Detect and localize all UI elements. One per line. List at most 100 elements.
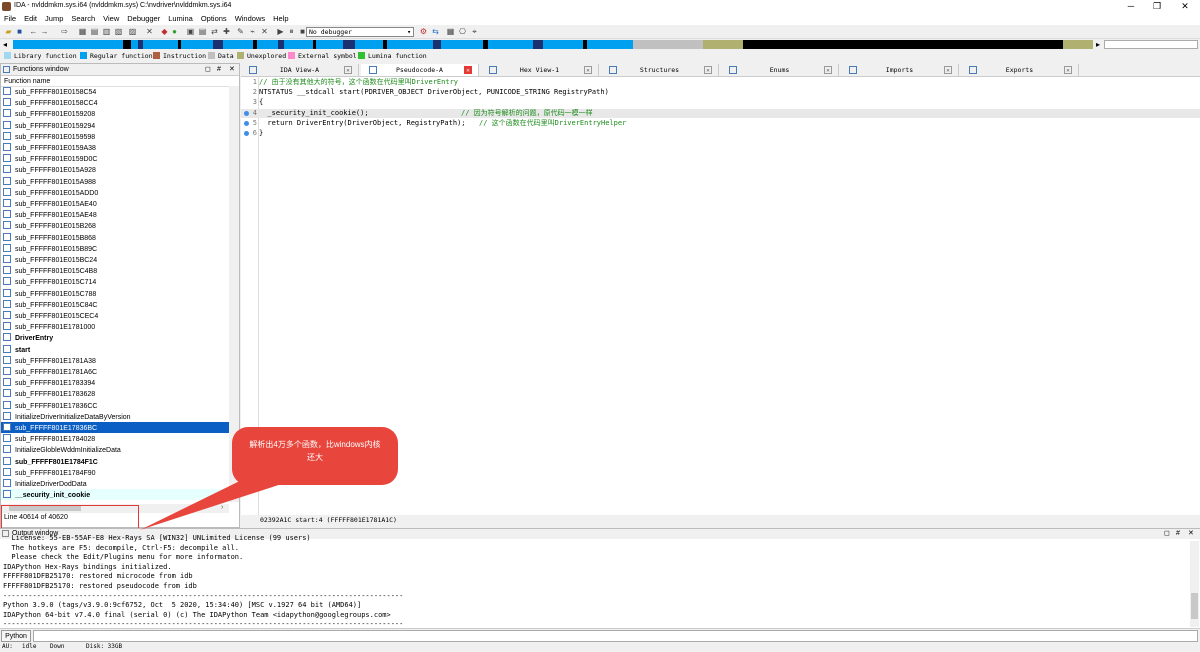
nav-left-icon[interactable]: ◂ — [3, 40, 7, 49]
lumina-icon[interactable]: ● — [170, 27, 179, 36]
code-icon[interactable]: ▧ — [114, 27, 123, 36]
nav-right-icon[interactable]: ▸ — [1096, 40, 1100, 49]
menu-edit[interactable]: Edit — [20, 13, 41, 24]
struct-icon[interactable]: ▣ — [186, 27, 195, 36]
function-row[interactable]: sub_FFFFF801E1781A6C — [1, 366, 229, 377]
menu-search[interactable]: Search — [67, 13, 99, 24]
float-icon[interactable]: ◻ — [205, 64, 211, 76]
debugger-select[interactable]: No debugger ▾ — [306, 27, 414, 37]
function-row[interactable]: sub_FFFFF801E1781A38 — [1, 355, 229, 366]
python-command-input[interactable] — [33, 630, 1198, 642]
function-row[interactable]: sub_FFFFF801E015C84C — [1, 299, 229, 310]
forward-icon[interactable]: → — [40, 27, 49, 36]
tab-exports[interactable]: Exports ✕ — [961, 64, 1079, 76]
hex-icon[interactable]: ▦ — [446, 27, 455, 36]
xref-icon[interactable]: ⇄ — [210, 27, 219, 36]
function-row[interactable]: sub_FFFFF801E015B268 — [1, 220, 229, 231]
code-line[interactable]: 1// 由于没有其他大的符号，这个函数在代码里叫DriverEntry — [241, 78, 1200, 87]
breakpoint-dot-icon[interactable] — [244, 120, 249, 126]
function-row[interactable]: sub_FFFFF801E0159A38 — [1, 142, 229, 153]
scroll-down-icon[interactable]: ⌄ — [230, 491, 236, 499]
function-row[interactable]: sub_FFFFF801E015B89C — [1, 243, 229, 254]
menu-view[interactable]: View — [99, 13, 123, 24]
panel-close-icon[interactable]: ✕ — [229, 64, 235, 76]
function-row[interactable]: sub_FFFFF801E015ADD0 — [1, 187, 229, 198]
brush-icon[interactable]: ⌁ — [248, 27, 257, 36]
pin-icon[interactable]: # — [217, 64, 221, 76]
function-row[interactable]: InitializeGlobleWddmInitializeData — [1, 444, 229, 455]
code-line[interactable]: 4 _security_init_cookie();// 因为符号解析的问题，原… — [241, 108, 1200, 118]
close-button[interactable]: ✕ — [1172, 0, 1198, 13]
pin-icon[interactable]: ✚ — [222, 27, 231, 36]
menu-jump[interactable]: Jump — [41, 13, 67, 24]
function-row[interactable]: DriverEntry — [1, 332, 229, 343]
tab-close-icon[interactable]: ✕ — [344, 66, 352, 74]
function-row[interactable]: sub_FFFFF801E015B868 — [1, 232, 229, 243]
function-row[interactable]: sub_FFFFF801E0158C54 — [1, 86, 229, 97]
scroll-right-icon[interactable]: › — [221, 504, 223, 511]
search-bin-icon[interactable]: ▥ — [102, 27, 111, 36]
function-row[interactable]: InitializeDriverInitializeDataByVersion — [1, 411, 229, 422]
tab-pseudocode-a[interactable]: Pseudocode-A ✕ — [361, 64, 479, 76]
function-row[interactable]: start — [1, 344, 229, 355]
function-row[interactable]: sub_FFFFF801E0159294 — [1, 120, 229, 131]
function-row[interactable]: sub_FFFFF801E0159D0C — [1, 153, 229, 164]
data-icon[interactable]: ▨ — [128, 27, 137, 36]
navigation-band[interactable] — [13, 40, 1093, 49]
python-language-button[interactable]: Python — [1, 630, 31, 642]
tab-close-icon[interactable]: ✕ — [464, 66, 472, 74]
function-row[interactable]: sub_FFFFF801E0159208 — [1, 108, 229, 119]
graph-view-icon[interactable]: ⎔ — [458, 27, 467, 36]
pen-icon[interactable]: ✎ — [236, 27, 245, 36]
function-row[interactable]: sub_FFFFF801E1781000 — [1, 321, 229, 332]
function-row[interactable]: sub_FFFFF801E015CEC4 — [1, 310, 229, 321]
menu-help[interactable]: Help — [269, 13, 292, 24]
tab-close-icon[interactable]: ✕ — [1064, 66, 1072, 74]
tab-enums[interactable]: Enums ✕ — [721, 64, 839, 76]
scroll-thumb[interactable] — [1191, 593, 1198, 619]
tab-close-icon[interactable]: ✕ — [704, 66, 712, 74]
code-line[interactable]: 3{ — [241, 98, 1200, 107]
breakpoint-dot-icon[interactable] — [244, 131, 249, 136]
search-text-icon[interactable]: ▤ — [90, 27, 99, 36]
function-row[interactable]: sub_FFFFF801E1784F90 — [1, 467, 229, 478]
function-row[interactable]: sub_FFFFF801E015A988 — [1, 176, 229, 187]
proximity-icon[interactable]: ⌖ — [470, 27, 479, 36]
function-row[interactable]: sub_FFFFF801E015BC24 — [1, 254, 229, 265]
segment-select[interactable] — [1104, 40, 1198, 49]
function-row[interactable]: sub_FFFFF801E015C714 — [1, 276, 229, 287]
tab-ida-view-a[interactable]: IDA View-A ✕ — [241, 64, 359, 76]
function-row[interactable]: sub_FFFFF801E0158CC4 — [1, 97, 229, 108]
function-row[interactable]: sub_FFFFF801E015A928 — [1, 164, 229, 175]
function-row[interactable]: sub_FFFFF801E17836CC — [1, 400, 229, 411]
function-row[interactable]: sub_FFFFF801E015AE40 — [1, 198, 229, 209]
tab-close-icon[interactable]: ✕ — [824, 66, 832, 74]
navigate-icon[interactable]: ⇨ — [60, 27, 69, 36]
function-row[interactable]: InitializeDriverDodData — [1, 478, 229, 489]
undefine-icon[interactable]: ✕ — [145, 27, 154, 36]
open-icon[interactable]: ▰ — [4, 27, 13, 36]
function-row[interactable]: sub_FFFFF801E015AE48 — [1, 209, 229, 220]
tab-structures[interactable]: Structures ✕ — [601, 64, 719, 76]
debug-options-icon[interactable]: ⚙ — [419, 27, 428, 36]
menu-options[interactable]: Options — [197, 13, 231, 24]
function-row[interactable]: sub_FFFFF801E015C4B8 — [1, 265, 229, 276]
float-icon[interactable]: ◻ — [1164, 529, 1170, 539]
menu-file[interactable]: File — [0, 13, 20, 24]
function-row[interactable]: sub_FFFFF801E1784028 — [1, 433, 229, 444]
code-line[interactable]: 6} — [241, 129, 1200, 138]
pin-icon[interactable]: # — [1176, 529, 1180, 539]
tab-close-icon[interactable]: ✕ — [584, 66, 592, 74]
code-line[interactable]: 2 NTSTATUS __stdcall start(PDRIVER_OBJECT… — [241, 88, 1200, 97]
output-scrollbar[interactable] — [1190, 541, 1199, 627]
tab-close-icon[interactable]: ✕ — [944, 66, 952, 74]
panel-close-icon[interactable]: ✕ — [1188, 529, 1194, 539]
function-row[interactable]: __security_init_cookie — [1, 489, 229, 501]
function-row[interactable]: sub_FFFFF801E17836BC — [1, 422, 229, 433]
menu-windows[interactable]: Windows — [231, 13, 269, 24]
tab-hex-view-1[interactable]: Hex View-1 ✕ — [481, 64, 599, 76]
function-row[interactable]: sub_FFFFF801E1784F1C — [1, 456, 229, 467]
enum-icon[interactable]: ▤ — [198, 27, 207, 36]
menu-debugger[interactable]: Debugger — [123, 13, 164, 24]
maximize-button[interactable]: ❐ — [1144, 0, 1170, 13]
